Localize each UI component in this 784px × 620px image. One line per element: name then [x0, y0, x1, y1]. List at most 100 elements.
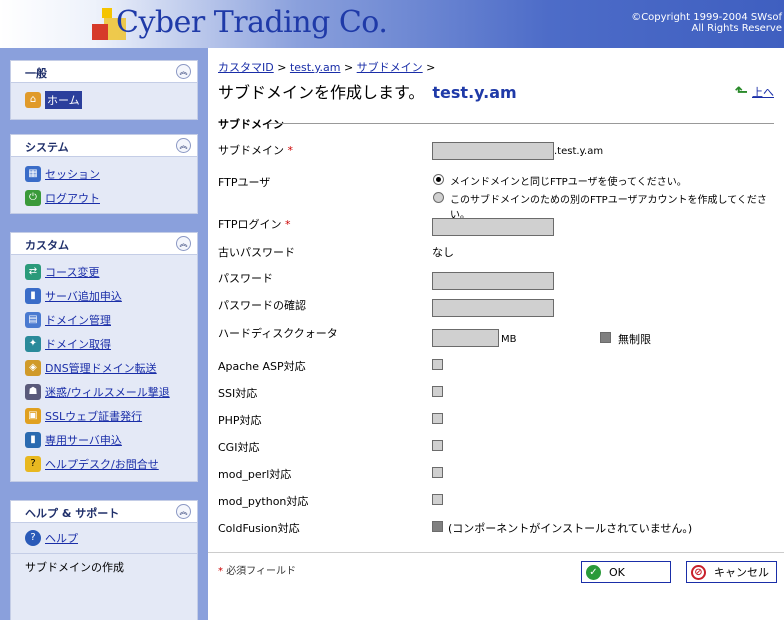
sidebar-item-logout[interactable]: ⏻ ログアウト: [25, 189, 100, 207]
ftp-same-user-radio[interactable]: [433, 174, 444, 185]
logo-text: Cyber Trading Co.: [116, 5, 388, 40]
sidebar-item-helpdesk[interactable]: ? ヘルプデスク/お問合せ: [25, 455, 159, 473]
sidebar: 一般 ︽ ⌂ ホーム システム ︽ ▦ セッション ⏻ ログアウト カスタム ︽…: [0, 48, 208, 620]
collapse-icon[interactable]: ︽: [176, 504, 191, 519]
coldfusion-checkbox: [432, 521, 443, 532]
form-footer-divider: [208, 552, 784, 553]
sidebar-item-label[interactable]: セッション: [45, 166, 100, 182]
ftp-user-label: FTPユーザ: [218, 176, 271, 189]
help-icon: ?: [25, 530, 41, 546]
sidebar-item-home[interactable]: ⌂ ホーム: [25, 91, 82, 109]
coldfusion-note: (コンポーネントがインストールされていません。): [448, 522, 693, 535]
old-password-label: 古いパスワード: [218, 246, 295, 259]
panel-title-custom: カスタム: [25, 239, 69, 252]
dedicated-server-icon: ▮: [25, 432, 41, 448]
sidebar-item-label[interactable]: DNS管理ドメイン転送: [45, 360, 157, 376]
mod-python-checkbox[interactable]: [432, 494, 443, 505]
sidebar-item-label[interactable]: 専用サーバ申込: [45, 432, 122, 448]
cancel-button[interactable]: ⊘ キャンセル: [686, 561, 777, 583]
sidebar-item-label[interactable]: コース変更: [45, 264, 99, 280]
collapse-icon[interactable]: ︽: [176, 138, 191, 153]
sidebar-item-label[interactable]: SSLウェブ証書発行: [45, 408, 142, 424]
password-label: パスワード: [218, 272, 273, 285]
subdomain-suffix: .test.y.am: [554, 146, 604, 157]
logout-icon: ⏻: [25, 190, 41, 206]
password-input[interactable]: [432, 272, 554, 290]
php-label: PHP対応: [218, 414, 262, 427]
mod-python-label: mod_python対応: [218, 495, 309, 508]
ftp-login-input[interactable]: [432, 218, 554, 236]
sidebar-item-domain-manage[interactable]: ▤ ドメイン管理: [25, 311, 111, 329]
sidebar-item-help[interactable]: ? ヘルプ: [25, 529, 78, 547]
breadcrumb-subdomains[interactable]: サブドメイン: [357, 61, 423, 74]
cgi-checkbox[interactable]: [432, 440, 443, 451]
old-password-value: なし: [432, 246, 454, 259]
mod-perl-label: mod_perl対応: [218, 468, 292, 481]
subdomain-label: サブドメイン *: [218, 144, 293, 157]
quota-input[interactable]: [432, 329, 499, 347]
panel-general: 一般 ︽ ⌂ ホーム: [10, 60, 198, 120]
ssi-checkbox[interactable]: [432, 386, 443, 397]
breadcrumb-domain[interactable]: test.y.am: [290, 61, 341, 74]
required-note: * 必須フィールド: [218, 566, 296, 577]
unlimited-label: 無制限: [618, 333, 651, 346]
sidebar-item-label[interactable]: ドメイン管理: [45, 312, 111, 328]
ok-button[interactable]: ✓ OK: [581, 561, 671, 583]
sidebar-item-dedicated-server[interactable]: ▮ 専用サーバ申込: [25, 431, 122, 449]
sessions-icon: ▦: [25, 166, 41, 182]
asp-label: Apache ASP対応: [218, 360, 306, 373]
cgi-label: CGI対応: [218, 441, 260, 454]
coldfusion-label: ColdFusion対応: [218, 522, 300, 535]
sidebar-item-label[interactable]: ヘルプ: [45, 530, 78, 546]
cancel-icon: ⊘: [691, 564, 706, 580]
up-level-link[interactable]: ⬑ 上へ: [735, 82, 774, 101]
php-checkbox[interactable]: [432, 413, 443, 424]
ssl-icon: ▣: [25, 408, 41, 424]
sidebar-item-label[interactable]: サーバ追加申込: [45, 288, 122, 304]
antispam-icon: ☗: [25, 384, 41, 400]
server-add-icon: ▮: [25, 288, 41, 304]
sidebar-item-label[interactable]: 迷惑/ウィルスメール撃退: [45, 384, 170, 400]
page-title-domain: test.y.am: [432, 83, 517, 102]
subdomain-input[interactable]: [432, 142, 554, 160]
ssi-label: SSI対応: [218, 387, 258, 400]
sidebar-item-label[interactable]: ドメイン取得: [45, 336, 111, 352]
panel-system: システム ︽ ▦ セッション ⏻ ログアウト: [10, 134, 198, 214]
collapse-icon[interactable]: ︽: [176, 64, 191, 79]
sidebar-item-label[interactable]: ログアウト: [45, 190, 100, 206]
up-arrow-icon: ⬑: [734, 82, 748, 101]
copyright-text: ©Copyright 1999-2004 SWsof All Rights Re…: [631, 12, 782, 34]
sidebar-item-course-change[interactable]: ⇄ コース変更: [25, 263, 99, 281]
sidebar-item-dns[interactable]: ◈ DNS管理ドメイン転送: [25, 359, 157, 377]
header-banner: Cyber Trading Co. ©Copyright 1999-2004 S…: [0, 0, 784, 48]
password-confirm-input[interactable]: [432, 299, 554, 317]
panel-help: ヘルプ & サポート ︽ ? ヘルプ サブドメインの作成: [10, 500, 198, 620]
dns-icon: ◈: [25, 360, 41, 376]
sidebar-item-label: ホーム: [45, 91, 82, 109]
unlimited-checkbox[interactable]: [600, 332, 611, 343]
panel-title-general: 一般: [25, 67, 47, 80]
ftp-same-user-text: メインドメインと同じFTPユーザを使ってください。: [450, 177, 687, 188]
domain-get-icon: ✦: [25, 336, 41, 352]
sidebar-item-ssl[interactable]: ▣ SSLウェブ証書発行: [25, 407, 142, 425]
panel-title-help: ヘルプ & サポート: [25, 507, 120, 520]
section-divider: [268, 123, 774, 124]
panel-title-system: システム: [25, 141, 69, 154]
asp-checkbox[interactable]: [432, 359, 443, 370]
sidebar-item-label[interactable]: ヘルプデスク/お問合せ: [45, 456, 159, 472]
domain-manage-icon: ▤: [25, 312, 41, 328]
sidebar-item-sessions[interactable]: ▦ セッション: [25, 165, 100, 183]
mod-perl-checkbox[interactable]: [432, 467, 443, 478]
password-confirm-label: パスワードの確認: [218, 299, 306, 312]
check-icon: ✓: [586, 564, 601, 580]
sidebar-item-antispam[interactable]: ☗ 迷惑/ウィルスメール撃退: [25, 383, 170, 401]
breadcrumb-customer-id[interactable]: カスタマID: [218, 61, 274, 74]
collapse-icon[interactable]: ︽: [176, 236, 191, 251]
sidebar-item-server-add[interactable]: ▮ サーバ追加申込: [25, 287, 122, 305]
quota-unit: MB: [501, 334, 517, 345]
ftp-separate-user-radio[interactable]: [433, 192, 444, 203]
sidebar-item-domain-get[interactable]: ✦ ドメイン取得: [25, 335, 111, 353]
home-icon: ⌂: [25, 92, 41, 108]
breadcrumb: カスタマID > test.y.am > サブドメイン >: [218, 61, 436, 74]
ftp-separate-user-text: このサブドメインのための別のFTPユーザアカウントを作成してください。: [450, 195, 767, 221]
